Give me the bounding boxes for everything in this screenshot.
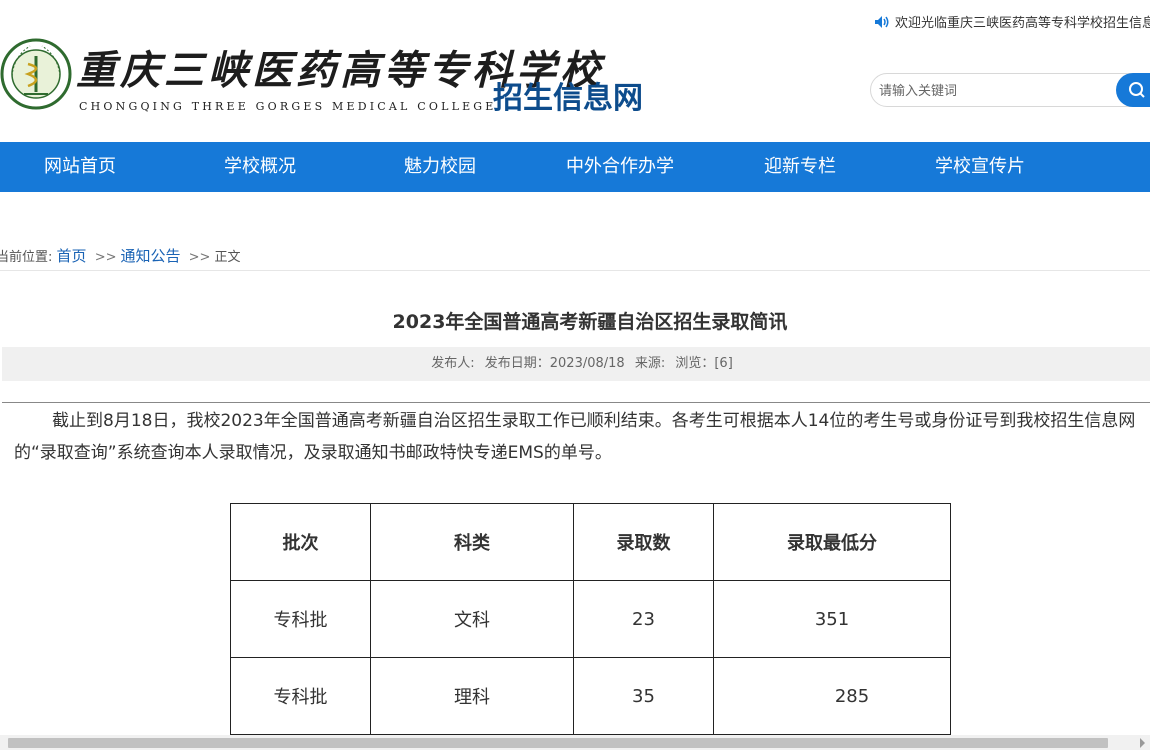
table-row: 专科批 理科 35 285 <box>230 657 951 735</box>
table-cell: 专科批 <box>230 657 371 735</box>
nav-item-home[interactable]: 网站首页 <box>44 142 116 192</box>
breadcrumb-separator: >> <box>188 250 211 265</box>
table-cell: 351 <box>713 580 951 658</box>
nav-item-cooperation[interactable]: 中外合作办学 <box>566 142 674 192</box>
meta-publisher: 发布人: <box>431 356 475 371</box>
search-button[interactable] <box>1116 73 1150 107</box>
breadcrumb-current: 正文 <box>214 250 241 265</box>
table-cell: 理科 <box>370 657 574 735</box>
breadcrumb: 当前位置: 首页 >> 通知公告 >> 正文 <box>0 245 240 266</box>
page: 重庆三峡医药高等专科学校 CHONGQING THREE GORGES MEDI… <box>0 0 1150 750</box>
table-cell: 23 <box>573 580 714 658</box>
horizontal-scrollbar[interactable] <box>0 735 1150 750</box>
school-logo[interactable]: 重庆三峡医药高等专科学校 CHONGQING THREE GORGES MEDI… <box>0 36 600 116</box>
breadcrumb-separator: >> <box>94 250 117 265</box>
header: 重庆三峡医药高等专科学校 CHONGQING THREE GORGES MEDI… <box>0 0 1150 142</box>
article-paragraph: 截止到8月18日，我校2023年全国普通高考新疆自治区招生录取工作已顺利结束。各… <box>14 411 1136 463</box>
table-cell: 285 <box>713 657 951 735</box>
meta-source: 来源: <box>634 356 666 371</box>
breadcrumb-section-link[interactable]: 通知公告 <box>120 247 180 265</box>
scrollbar-thumb[interactable] <box>8 738 1108 748</box>
table-header-cell: 科类 <box>370 503 574 581</box>
school-seal-icon <box>0 38 72 110</box>
breadcrumb-prefix: 当前位置: <box>0 250 53 265</box>
table-cell: 专科批 <box>230 580 371 658</box>
article-title: 2023年全国普通高考新疆自治区招生录取简讯 <box>392 311 788 333</box>
table-row: 专科批 文科 23 351 <box>230 580 951 658</box>
nav-item-promo-video[interactable]: 学校宣传片 <box>935 142 1025 192</box>
school-name-english: CHONGQING THREE GORGES MEDICAL COLLEGE <box>79 100 497 113</box>
table-header-row: 批次 科类 录取数 录取最低分 <box>230 503 951 581</box>
speaker-icon <box>875 16 889 28</box>
table-header-cell: 录取最低分 <box>713 503 951 581</box>
nav-item-campus[interactable]: 魅力校园 <box>404 142 476 192</box>
nav-item-freshmen[interactable]: 迎新专栏 <box>764 142 836 192</box>
meta-views: 浏览：[6] <box>675 356 733 371</box>
table-cell: 文科 <box>370 580 574 658</box>
main-nav: 网站首页 学校概况 魅力校园 中外合作办学 迎新专栏 学校宣传片 <box>0 142 1150 192</box>
search-box <box>870 73 1148 107</box>
divider <box>2 402 1150 403</box>
search-icon <box>1129 82 1145 98</box>
admission-table: 批次 科类 录取数 录取最低分 专科批 文科 23 351 专科批 理科 35 … <box>230 503 951 735</box>
nav-item-about[interactable]: 学校概况 <box>224 142 296 192</box>
article-meta: 发布人: 发布日期：2023/08/18 来源: 浏览：[6] <box>2 347 1150 381</box>
article-body: 截止到8月18日，我校2023年全国普通高考新疆自治区招生录取工作已顺利结束。各… <box>14 405 1150 469</box>
table-header-cell: 批次 <box>230 503 371 581</box>
table-header-cell: 录取数 <box>573 503 714 581</box>
divider <box>0 270 1150 271</box>
welcome-text: 欢迎光临重庆三峡医药高等专科学校招生信息网 <box>895 16 1150 31</box>
breadcrumb-home-link[interactable]: 首页 <box>57 247 87 265</box>
table-cell: 35 <box>573 657 714 735</box>
scroll-right-arrow-icon[interactable] <box>1140 738 1145 748</box>
site-title: 招生信息网 <box>493 81 643 116</box>
welcome-marquee: 欢迎光临重庆三峡医药高等专科学校招生信息网 <box>874 12 1150 31</box>
meta-date: 发布日期：2023/08/18 <box>484 356 625 371</box>
search-input[interactable] <box>877 78 1111 104</box>
